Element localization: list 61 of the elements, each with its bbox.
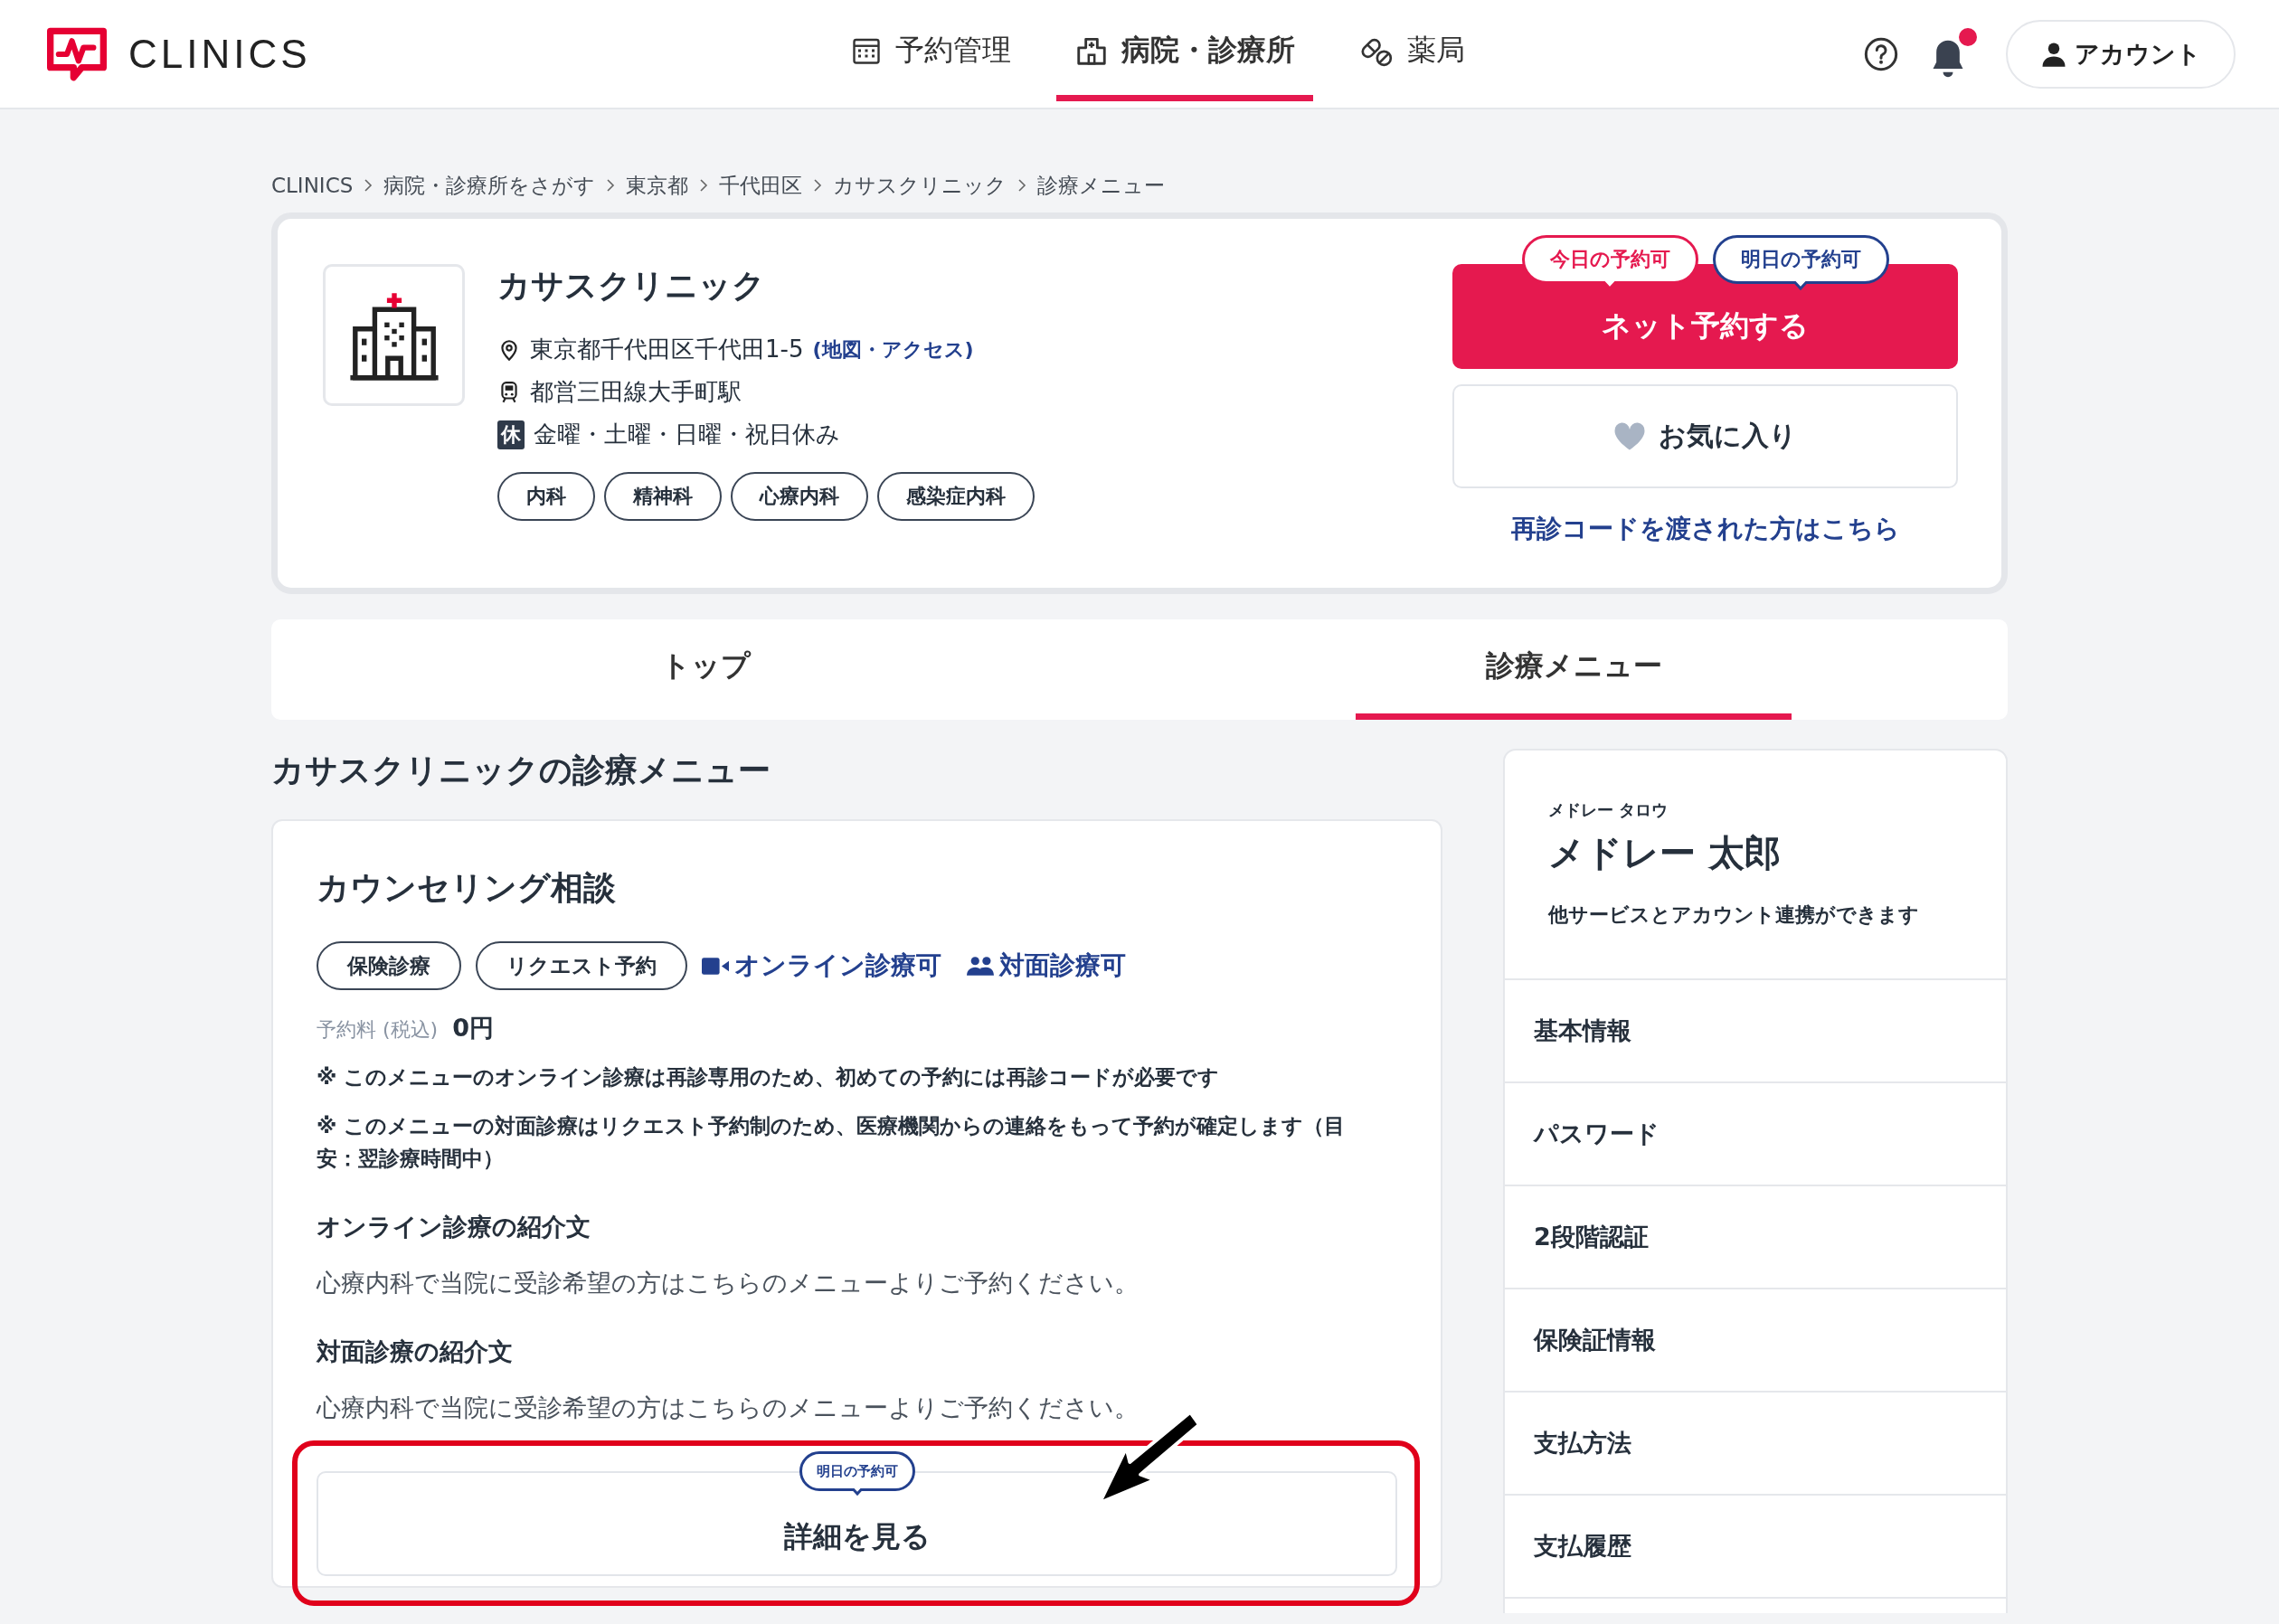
revisit-code-link[interactable]: 再診コードを渡された方はこちら (1510, 512, 1900, 546)
section-title: カサスクリニックの診療メニュー (271, 751, 771, 788)
nav-tab[interactable]: 予約管理 (832, 0, 1029, 101)
department-tag: 精神科 (604, 472, 722, 521)
tooltip-pointer-icon (1792, 281, 1809, 290)
clinic-name: カサスクリニック (497, 266, 766, 306)
breadcrumb-link[interactable]: カサスクリニック (833, 171, 1007, 200)
account-link-note: 他サービスとアカウント連携ができます (1548, 902, 1920, 928)
video-camera-icon (702, 956, 729, 976)
account-menu-item[interactable]: パスワード (1505, 1083, 2006, 1186)
menu-title: カウンセリング相談 (317, 868, 617, 908)
breadcrumb-link[interactable]: 病院・診療所をさがす (383, 171, 596, 200)
menu-tag: リクエスト予約 (476, 941, 687, 990)
menu-note: ※ このメニューのオンライン診療は再診専用のため、初めての予約には再診コードが必要です (317, 1064, 1221, 1091)
breadcrumb-link[interactable]: 千代田区 (719, 171, 803, 200)
menu-note: ※ このメニューの対面診療はリクエスト予約制のため、医療機関からの連絡をもって予約が確定します（目安：翌診療時間中） (317, 1113, 1347, 1172)
breadcrumb-link[interactable]: CLINICS (271, 174, 354, 197)
chevron-icon (813, 179, 823, 192)
department-tag: 感染症内科 (877, 472, 1035, 521)
user-name: メドレー 太郎 (1548, 831, 1782, 875)
menu-tag: 保険診療 (317, 941, 461, 990)
account-menu-item[interactable]: 2段階認証 (1505, 1186, 2006, 1289)
intro-heading: オンライン診療の紹介文 (317, 1212, 591, 1242)
fee-value: 0円 (452, 1013, 494, 1043)
availability-tooltip: 明日の予約可 (799, 1451, 915, 1496)
nav-tab[interactable]: 病院・診療所 (1056, 0, 1313, 101)
intro-heading: 対面診療の紹介文 (317, 1336, 514, 1367)
account-menu-item[interactable]: 支払履歴 (1505, 1496, 2006, 1599)
account-button[interactable]: アカウント (2006, 19, 2236, 89)
station-name: 都営三田線大手町駅 (530, 377, 742, 407)
availability-tooltip: 明日の予約可 (1712, 235, 1889, 290)
department-tag: 内科 (497, 472, 595, 521)
name-kana: メドレー タロウ (1548, 799, 1669, 821)
heart-icon (1613, 421, 1646, 451)
logo-text: CLINICS (128, 31, 311, 77)
clinic-address: 東京都千代田区千代田1-5 (530, 335, 804, 364)
closed-badge: 休 (497, 420, 525, 449)
breadcrumb-link[interactable]: 診療メニュー (1037, 171, 1166, 200)
intro-text: 心療内科で当院に受診希望の方はこちらのメニューよりご予約ください。 (317, 1393, 1140, 1423)
account-menu-item[interactable]: 基本情報 (1505, 980, 2006, 1083)
consultation-type: 対面診療可 (999, 949, 1126, 982)
favorite-button[interactable]: お気に入り (1452, 384, 1958, 488)
tooltip-pointer-icon (850, 1488, 864, 1496)
intro-text: 心療内科で当院に受診希望の方はこちらのメニューよりご予約ください。 (317, 1268, 1140, 1298)
consultation-type: オンライン診療可 (734, 949, 941, 982)
people-icon (967, 955, 994, 977)
nav-tab[interactable]: 薬局 (1340, 0, 1483, 101)
chevron-icon (364, 179, 374, 192)
tab[interactable]: 診療メニュー (1356, 619, 1792, 720)
help-icon[interactable] (1863, 35, 1899, 72)
account-menu-item[interactable]: 支払方法 (1505, 1393, 2006, 1496)
account-menu-item[interactable]: 保険証情報 (1505, 1289, 2006, 1393)
map-access-link[interactable]: (地図・アクセス) (812, 335, 974, 364)
chevron-icon (606, 179, 616, 192)
chevron-icon (699, 179, 709, 192)
department-tag: 心療内科 (731, 472, 868, 521)
breadcrumb-link[interactable]: 東京都 (626, 171, 689, 200)
chevron-icon (1017, 179, 1027, 192)
tab[interactable]: トップ (487, 619, 923, 720)
closed-days: 金曜・土曜・日曜・祝日休み (534, 419, 840, 450)
fee-label: 予約料 (税込) (317, 1017, 439, 1043)
